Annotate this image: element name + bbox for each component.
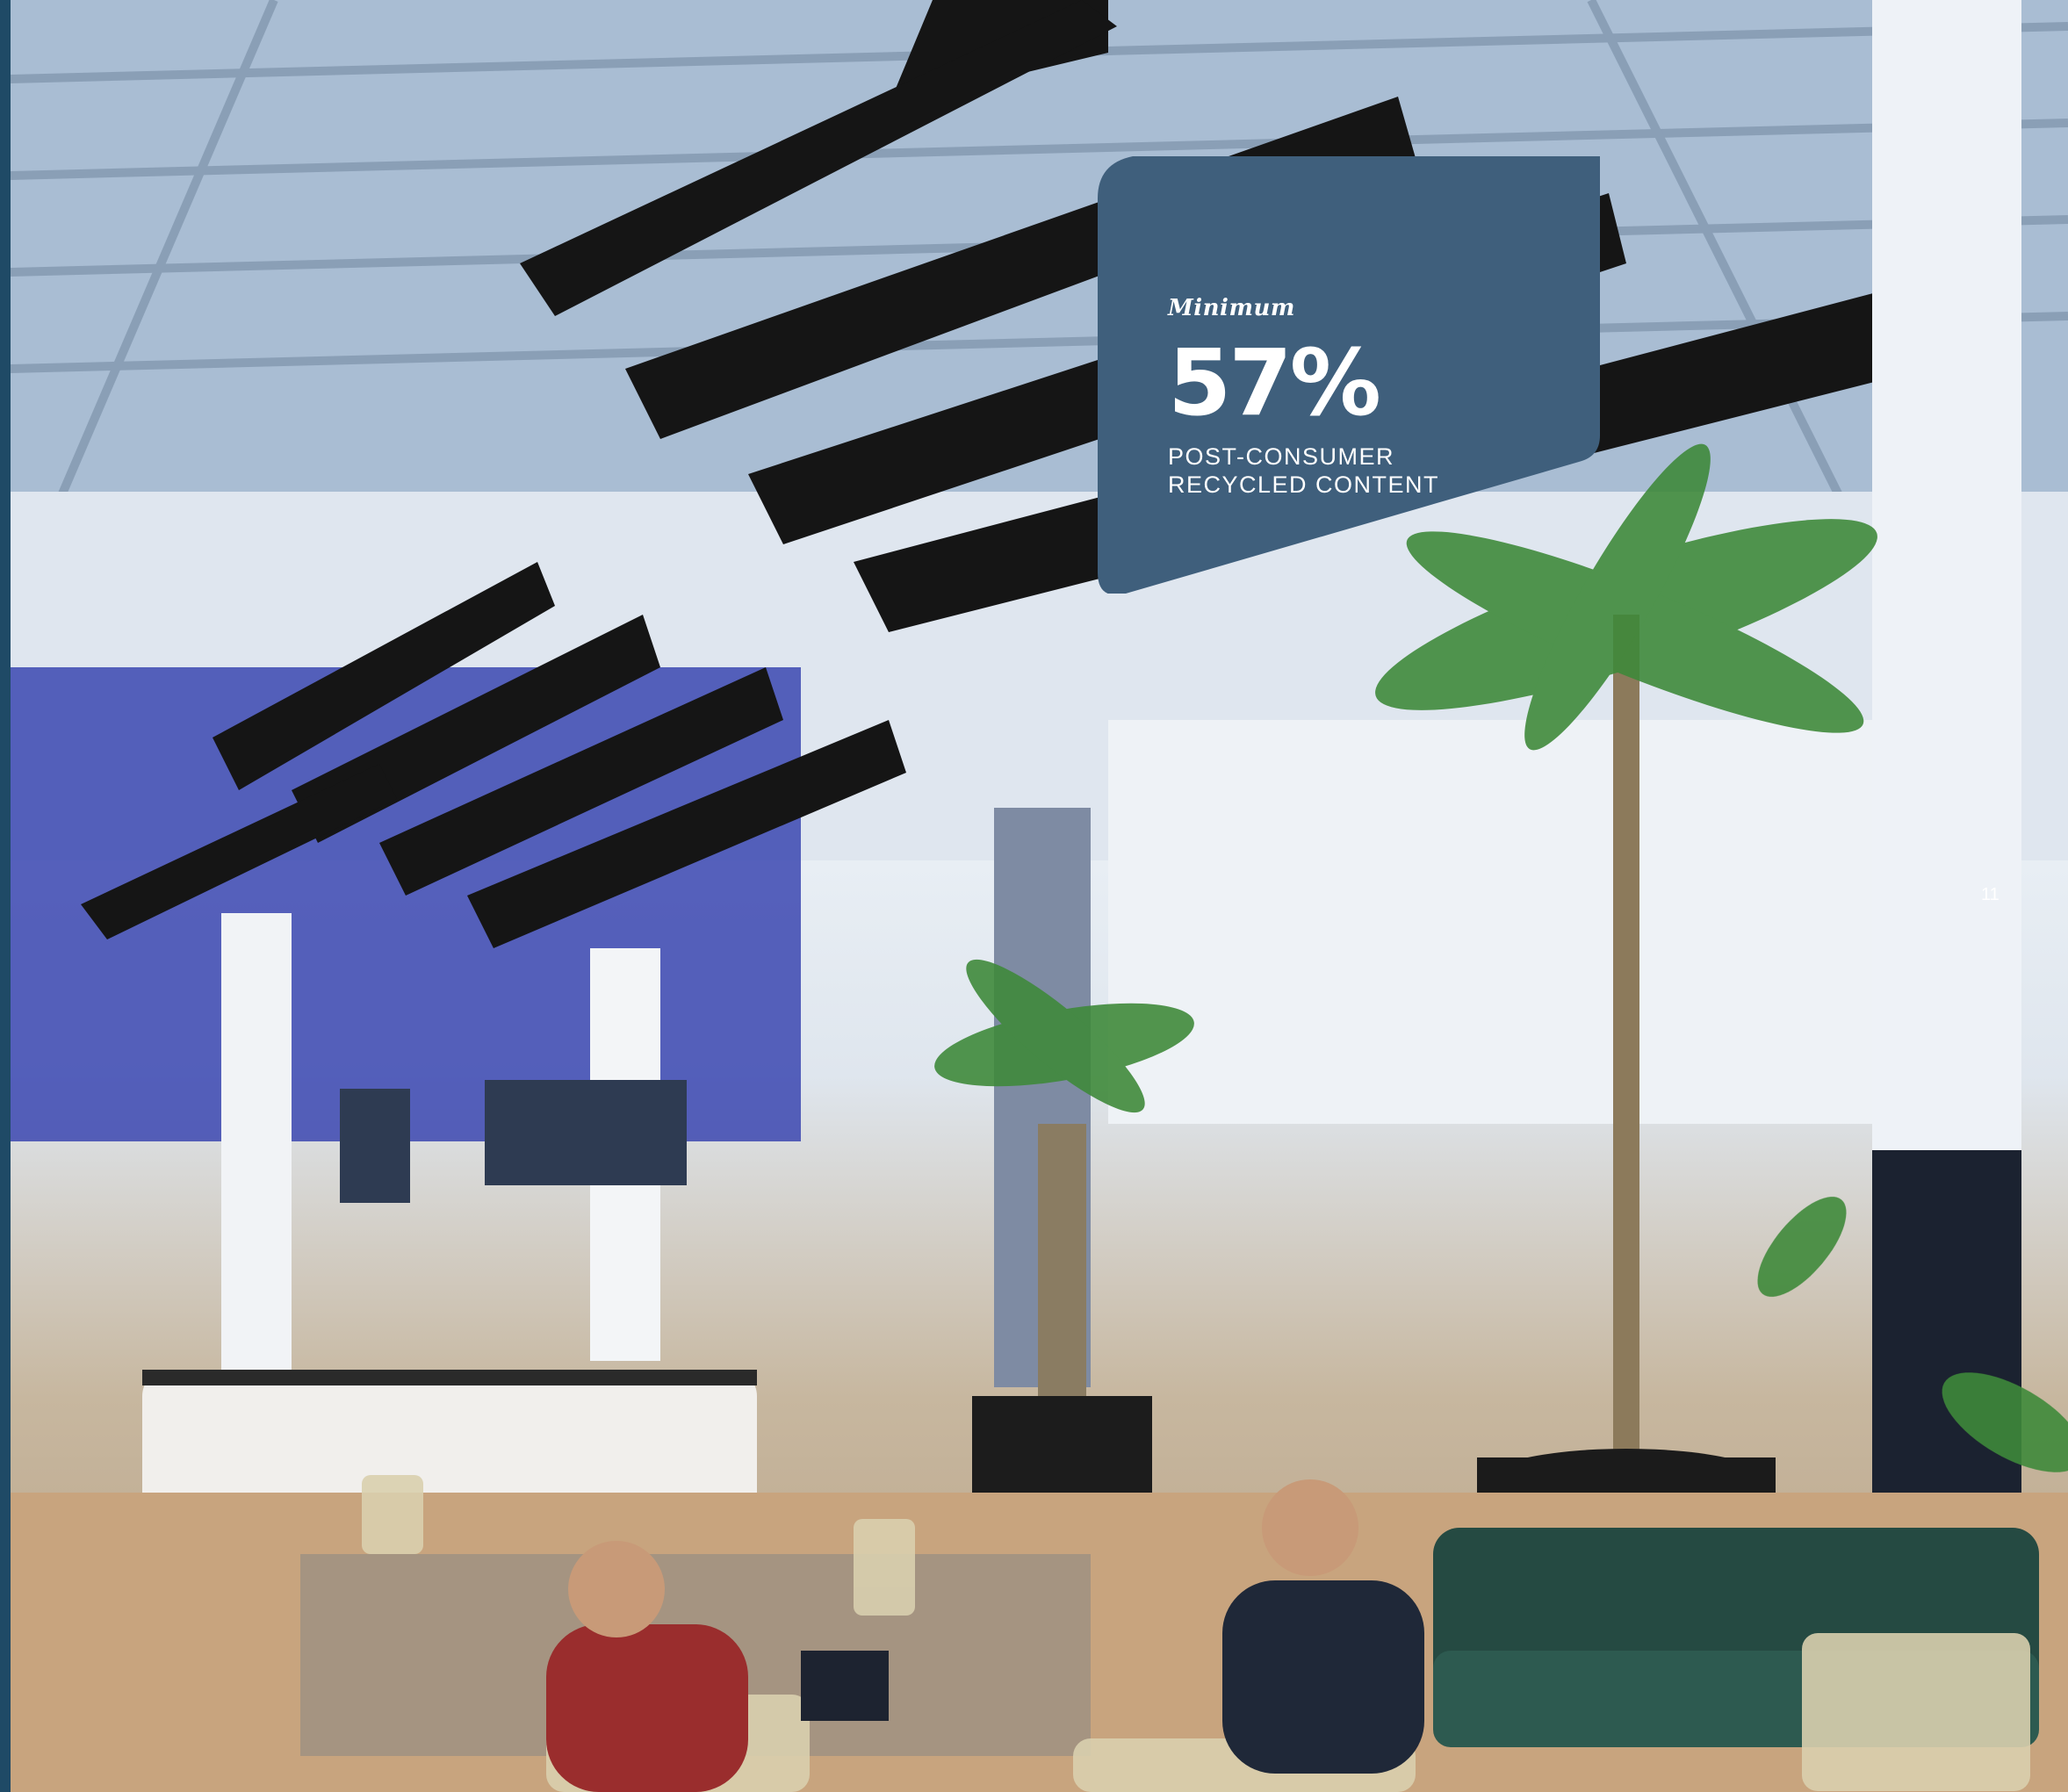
stat-description-line-1: POST-CONSUMER: [1168, 443, 1395, 470]
stat-value: 57%: [1168, 329, 1381, 436]
brochure-page: Minimum 57% POST-CONSUMER RECYCLED CONTE…: [0, 0, 2068, 1792]
interior-photo-illustration: [11, 0, 2068, 1792]
callout-text: Minimum 57% POST-CONSUMER RECYCLED CONTE…: [1168, 295, 1589, 499]
recycled-content-callout: Minimum 57% POST-CONSUMER RECYCLED CONTE…: [1098, 156, 1602, 594]
stat-description-line-2: RECYCLED CONTENT: [1168, 471, 1440, 498]
stat-qualifier: Minimum: [1168, 295, 1295, 321]
stat-description: POST-CONSUMER RECYCLED CONTENT: [1168, 443, 1589, 499]
page-number: 11: [1981, 885, 2000, 904]
page-edge-band: [0, 0, 11, 1792]
interior-photo: [11, 0, 2068, 1792]
